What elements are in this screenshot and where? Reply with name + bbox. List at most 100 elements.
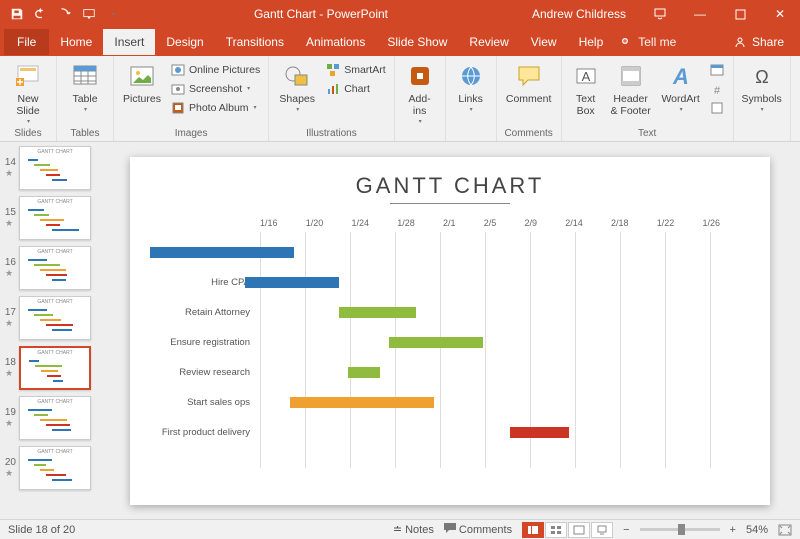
thumbnail-panel[interactable]: 14★GANTT CHART15★GANTT CHART16★GANTT CHA… — [0, 142, 100, 519]
textbox-icon: A — [571, 61, 601, 91]
save-icon[interactable] — [6, 3, 28, 25]
comments-button[interactable]: Comments — [444, 523, 512, 536]
group-label-images: Images — [175, 127, 208, 140]
slide-area[interactable]: GANTT CHART 1/161/201/241/282/12/52/92/1… — [100, 142, 800, 519]
slideshow-view-icon[interactable] — [591, 522, 613, 538]
animation-star-icon: ★ — [5, 218, 13, 229]
slide-thumbnail-20[interactable]: GANTT CHART — [19, 446, 91, 490]
new-slide-button[interactable]: New Slide — [6, 59, 50, 126]
tab-slideshow[interactable]: Slide Show — [376, 29, 458, 55]
textbox-button[interactable]: AText Box — [568, 59, 604, 117]
date-time-button[interactable] — [708, 61, 727, 78]
fit-to-window-icon[interactable] — [778, 524, 792, 536]
task-label: Review research — [150, 367, 255, 378]
gantt-chart: 1/161/201/241/282/12/52/92/142/181/221/2… — [260, 218, 740, 468]
animation-star-icon: ★ — [5, 318, 13, 329]
task-label: Retain Attorney — [150, 307, 255, 318]
zoom-slider[interactable] — [640, 528, 720, 531]
object-icon — [710, 100, 725, 115]
task-row: Retain Attorney — [150, 300, 700, 326]
animation-star-icon: ★ — [5, 418, 13, 429]
shapes-icon — [282, 61, 312, 91]
symbols-button[interactable]: ΩSymbols — [740, 59, 784, 114]
sorter-view-icon[interactable] — [545, 522, 567, 538]
header-footer-button[interactable]: Header & Footer — [608, 59, 654, 117]
tab-home[interactable]: Home — [49, 29, 103, 55]
slide-thumbnail-18[interactable]: GANTT CHART — [19, 346, 91, 390]
photo-album-button[interactable]: Photo Album — [168, 99, 262, 116]
qat-customize-icon[interactable] — [102, 3, 124, 25]
task-label: Start sales ops — [150, 397, 255, 408]
tab-help[interactable]: Help — [568, 29, 615, 55]
addins-button[interactable]: Add- ins — [401, 59, 439, 126]
workspace: 14★GANTT CHART15★GANTT CHART16★GANTT CHA… — [0, 142, 800, 519]
links-button[interactable]: Links — [452, 59, 490, 114]
minimize-icon[interactable]: — — [680, 0, 720, 28]
tab-animations[interactable]: Animations — [295, 29, 376, 55]
slide-thumbnail-16[interactable]: GANTT CHART — [19, 246, 91, 290]
title-bar: Gantt Chart - PowerPoint Andrew Childres… — [0, 0, 800, 28]
zoom-in-button[interactable]: + — [730, 524, 736, 536]
reading-view-icon[interactable] — [568, 522, 590, 538]
slide-number-button[interactable]: # — [708, 80, 727, 97]
slide-thumbnail-14[interactable]: GANTT CHART — [19, 146, 91, 190]
tell-me-search[interactable]: Tell me — [620, 35, 676, 49]
smartart-icon — [325, 62, 340, 77]
new-slide-icon — [13, 61, 43, 91]
task-bar — [290, 397, 434, 408]
ribbon: New Slide Slides Table Tables Pictures O… — [0, 56, 800, 142]
maximize-icon[interactable] — [720, 0, 760, 28]
task-label: Ensure registration — [150, 337, 255, 348]
table-button[interactable]: Table — [63, 59, 107, 114]
tab-transitions[interactable]: Transitions — [215, 29, 295, 55]
group-label-text: Text — [638, 127, 656, 140]
smartart-button[interactable]: SmartArt — [323, 61, 387, 78]
pictures-button[interactable]: Pictures — [120, 59, 164, 105]
task-row: File paperwork — [150, 240, 700, 266]
wordart-button[interactable]: AWordArt — [658, 59, 704, 114]
zoom-level[interactable]: 54% — [746, 524, 768, 536]
screenshot-icon — [170, 81, 185, 96]
share-button[interactable]: Share — [734, 35, 796, 49]
tab-insert[interactable]: Insert — [103, 29, 155, 55]
symbols-icon: Ω — [747, 61, 777, 91]
slide-thumbnail-19[interactable]: GANTT CHART — [19, 396, 91, 440]
task-bar — [389, 337, 484, 348]
object-button[interactable] — [708, 99, 727, 116]
svg-text:A: A — [581, 69, 590, 84]
ribbon-options-icon[interactable] — [640, 0, 680, 28]
notes-button[interactable]: ≐ Notes — [393, 523, 434, 536]
tab-view[interactable]: View — [520, 29, 568, 55]
shapes-button[interactable]: Shapes — [275, 59, 319, 114]
tab-review[interactable]: Review — [458, 29, 519, 55]
svg-text:A: A — [672, 64, 689, 88]
slide-thumbnail-15[interactable]: GANTT CHART — [19, 196, 91, 240]
task-bar — [245, 277, 340, 288]
links-icon — [456, 61, 486, 91]
media-button[interactable]: Media — [797, 59, 800, 114]
close-icon[interactable]: ✕ — [760, 0, 800, 28]
date-time-icon — [710, 62, 725, 77]
zoom-out-button[interactable]: − — [623, 524, 629, 536]
slide-canvas[interactable]: GANTT CHART 1/161/201/241/282/12/52/92/1… — [130, 157, 770, 505]
redo-icon[interactable] — [54, 3, 76, 25]
task-bar — [150, 247, 294, 258]
animation-star-icon: ★ — [5, 368, 13, 379]
start-slideshow-icon[interactable] — [78, 3, 100, 25]
tab-file[interactable]: File — [4, 29, 49, 55]
user-name[interactable]: Andrew Childress — [518, 7, 640, 21]
chart-button[interactable]: Chart — [323, 80, 387, 97]
header-footer-icon — [616, 61, 646, 91]
slide-counter[interactable]: Slide 18 of 20 — [8, 524, 75, 536]
tab-design[interactable]: Design — [155, 29, 214, 55]
undo-icon[interactable] — [30, 3, 52, 25]
task-label: Hire CPA — [150, 277, 255, 288]
screenshot-button[interactable]: Screenshot — [168, 80, 262, 97]
slide-thumbnail-17[interactable]: GANTT CHART — [19, 296, 91, 340]
normal-view-icon[interactable] — [522, 522, 544, 538]
photo-album-icon — [170, 100, 185, 115]
comment-button[interactable]: Comment — [503, 59, 555, 105]
online-pictures-button[interactable]: Online Pictures — [168, 61, 262, 78]
task-row: Ensure registration — [150, 330, 700, 356]
group-label-slides: Slides — [14, 127, 41, 140]
